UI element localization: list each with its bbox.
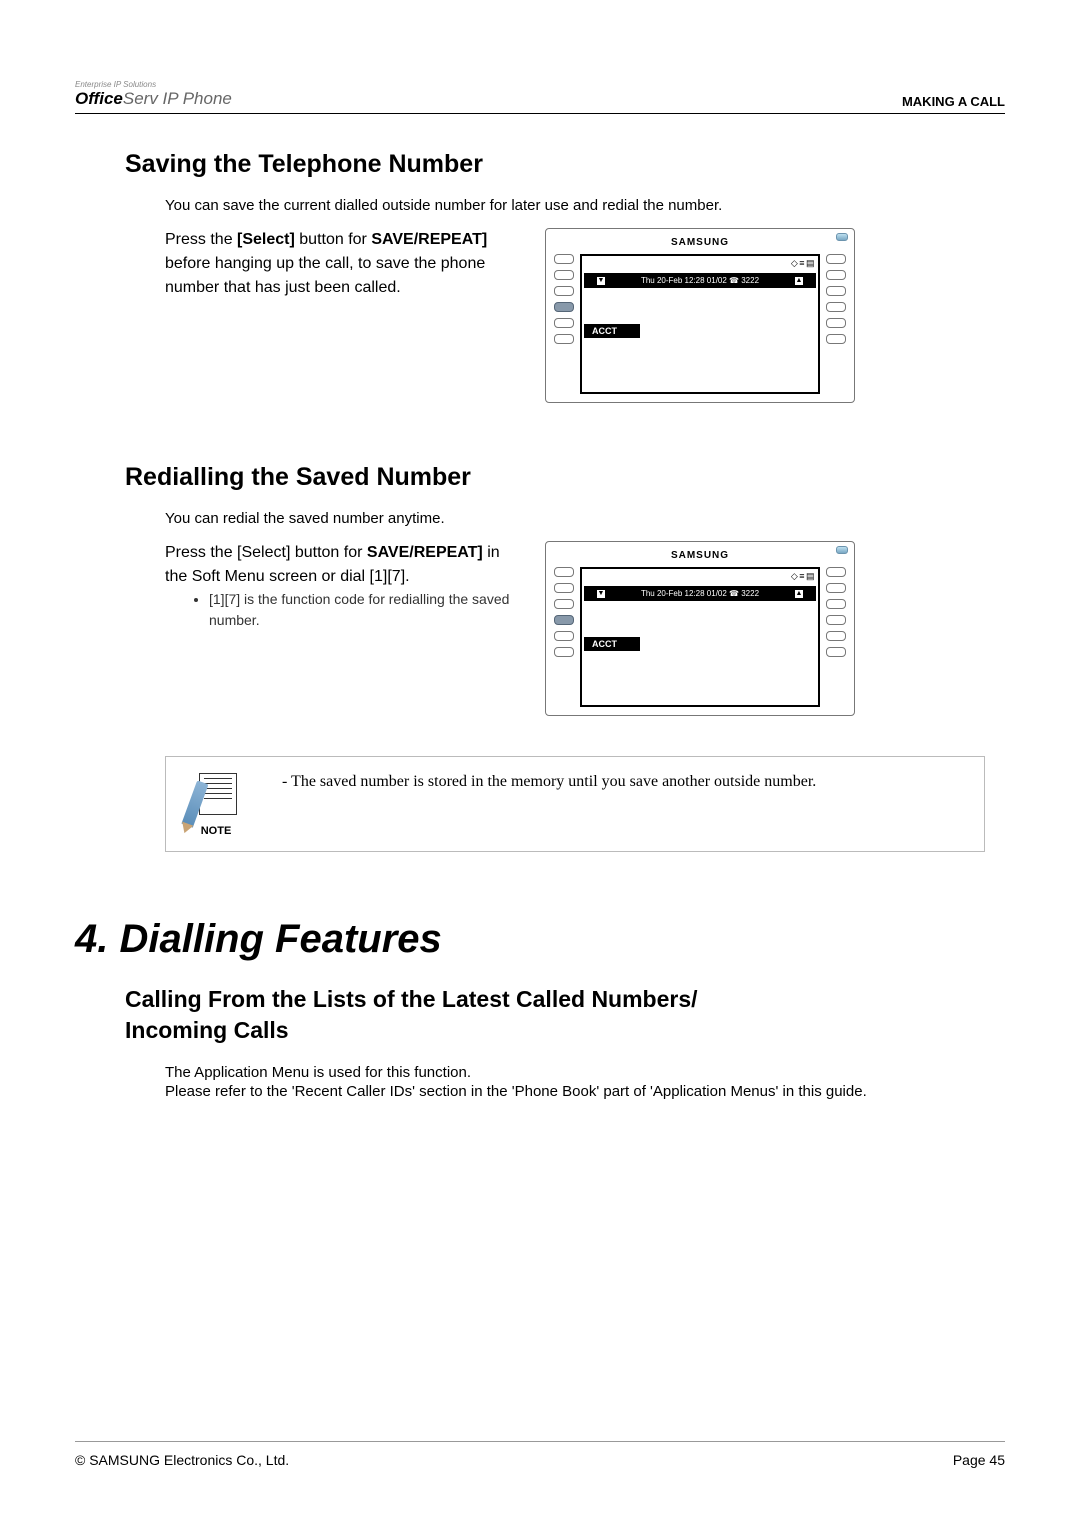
phone-key xyxy=(554,647,574,657)
phone-highlighted-row: ▼ Thu 20-Feb 12:28 01/02 ☎ 3222 ▲ xyxy=(584,586,816,601)
sec2-intro: You can redial the saved number anytime. xyxy=(165,510,905,527)
phone-key-selected xyxy=(554,615,574,625)
sec1-instructions: Press the [Select] button for SAVE/REPEA… xyxy=(165,228,515,403)
scroll-down-icon: ▼ xyxy=(597,277,605,285)
sec1-intro: You can save the current dialled outside… xyxy=(165,197,905,214)
phone-body: ◇ ≡ ▤ ▼ Thu 20-Feb 12:28 01/02 ☎ 3222 ▲ … xyxy=(554,567,846,707)
chapter-heading: 4. Dialling Features xyxy=(75,917,1005,962)
note-label: NOTE xyxy=(201,825,232,837)
phone-key xyxy=(554,599,574,609)
phone-key xyxy=(826,302,846,312)
phone-logo: SAMSUNG xyxy=(554,237,846,248)
chap-p2: Please refer to the 'Recent Caller IDs' … xyxy=(165,1083,905,1100)
phone-key xyxy=(826,286,846,296)
phone-led-icon xyxy=(836,546,848,554)
phone-logo: SAMSUNG xyxy=(554,550,846,561)
sec1-instr-post: before hanging up the call, to save the … xyxy=(165,255,485,296)
note-icon-cell: NOTE xyxy=(166,757,266,851)
sec2-instr-pre: Press the [Select] button for xyxy=(165,544,367,561)
brand-block: Enterprise IP Solutions OfficeServ IP Ph… xyxy=(75,80,232,109)
sec2-bullet: [1][7] is the function code for redialli… xyxy=(209,589,515,631)
heading-saving: Saving the Telephone Number xyxy=(125,150,1005,179)
phone-key xyxy=(554,567,574,577)
note-box: NOTE - The saved number is stored in the… xyxy=(165,756,985,852)
phone-acct-label: ACCT xyxy=(584,324,640,338)
brand-tagline: Enterprise IP Solutions xyxy=(75,80,232,89)
phone-key xyxy=(826,334,846,344)
note-text: - The saved number is stored in the memo… xyxy=(266,757,984,851)
footer-copyright: © SAMSUNG Electronics Co., Ltd. xyxy=(75,1452,289,1468)
scroll-up-icon: ▲ xyxy=(795,590,803,598)
phone-key xyxy=(554,318,574,328)
phone-status-icons: ◇ ≡ ▤ xyxy=(582,569,818,584)
page-header: Enterprise IP Solutions OfficeServ IP Ph… xyxy=(75,80,1005,114)
sec1-instr-b2: SAVE/REPEAT] xyxy=(371,231,487,248)
phone-key xyxy=(826,254,846,264)
phone-key-selected xyxy=(554,302,574,312)
phone-key xyxy=(554,254,574,264)
sec1-two-col: Press the [Select] button for SAVE/REPEA… xyxy=(165,228,1005,403)
brand-light: Serv IP Phone xyxy=(123,89,232,108)
phone-key xyxy=(554,583,574,593)
sub-l2: Incoming Calls xyxy=(125,1017,289,1043)
note-icon xyxy=(191,771,241,821)
sub-l1: Calling From the Lists of the Latest Cal… xyxy=(125,986,698,1012)
phone-key xyxy=(554,270,574,280)
scroll-down-icon: ▼ xyxy=(597,590,605,598)
footer-page: Page 45 xyxy=(953,1452,1005,1468)
page-footer: © SAMSUNG Electronics Co., Ltd. Page 45 xyxy=(75,1441,1005,1468)
brand-bold: Office xyxy=(75,89,123,108)
phone-key xyxy=(826,567,846,577)
phone-key xyxy=(826,647,846,657)
phone-key xyxy=(826,583,846,593)
header-section-label: MAKING A CALL xyxy=(902,94,1005,109)
phone-left-keys xyxy=(554,567,574,657)
phone-screen: ◇ ≡ ▤ ▼ Thu 20-Feb 12:28 01/02 ☎ 3222 ▲ … xyxy=(580,567,820,707)
phone-screen: ◇ ≡ ▤ ▼ Thu 20-Feb 12:28 01/02 ☎ 3222 ▲ … xyxy=(580,254,820,394)
sec1-instr-mid: button for xyxy=(295,231,372,248)
phone-row-text: Thu 20-Feb 12:28 01/02 ☎ 3222 xyxy=(641,589,759,598)
phone-key xyxy=(554,286,574,296)
sec1-instr-pre: Press the xyxy=(165,231,237,248)
phone-key xyxy=(826,599,846,609)
phone-status-icons: ◇ ≡ ▤ xyxy=(582,256,818,271)
phone-key xyxy=(826,270,846,280)
phone-right-keys xyxy=(826,567,846,657)
subheading-calling: Calling From the Lists of the Latest Cal… xyxy=(125,984,1005,1046)
phone-led-icon xyxy=(836,233,848,241)
sec2-bullet-list: [1][7] is the function code for redialli… xyxy=(209,589,515,631)
phone-right-keys xyxy=(826,254,846,344)
phone-key xyxy=(826,631,846,641)
phone-display-2: SAMSUNG ◇ ≡ ▤ ▼ Thu 20-Feb 12:28 01/02 ☎… xyxy=(545,541,855,716)
phone-left-keys xyxy=(554,254,574,344)
phone-key xyxy=(826,318,846,328)
phone-body: ◇ ≡ ▤ ▼ Thu 20-Feb 12:28 01/02 ☎ 3222 ▲ … xyxy=(554,254,846,394)
heading-redialling: Redialling the Saved Number xyxy=(125,463,1005,492)
phone-key xyxy=(554,334,574,344)
brand-main: OfficeServ IP Phone xyxy=(75,89,232,109)
phone-acct-label: ACCT xyxy=(584,637,640,651)
chap-p1: The Application Menu is used for this fu… xyxy=(165,1064,905,1081)
phone-row-text: Thu 20-Feb 12:28 01/02 ☎ 3222 xyxy=(641,276,759,285)
phone-display-1: SAMSUNG ◇ ≡ ▤ ▼ Thu 20-Feb 12:28 01/02 ☎… xyxy=(545,228,855,403)
sec1-instr-b1: [Select] xyxy=(237,231,295,248)
phone-key xyxy=(554,631,574,641)
scroll-up-icon: ▲ xyxy=(795,277,803,285)
phone-highlighted-row: ▼ Thu 20-Feb 12:28 01/02 ☎ 3222 ▲ xyxy=(584,273,816,288)
phone-key xyxy=(826,615,846,625)
sec2-two-col: Press the [Select] button for SAVE/REPEA… xyxy=(165,541,1005,716)
sec2-instr-b1: SAVE/REPEAT] xyxy=(367,544,483,561)
sec2-instructions: Press the [Select] button for SAVE/REPEA… xyxy=(165,541,515,716)
